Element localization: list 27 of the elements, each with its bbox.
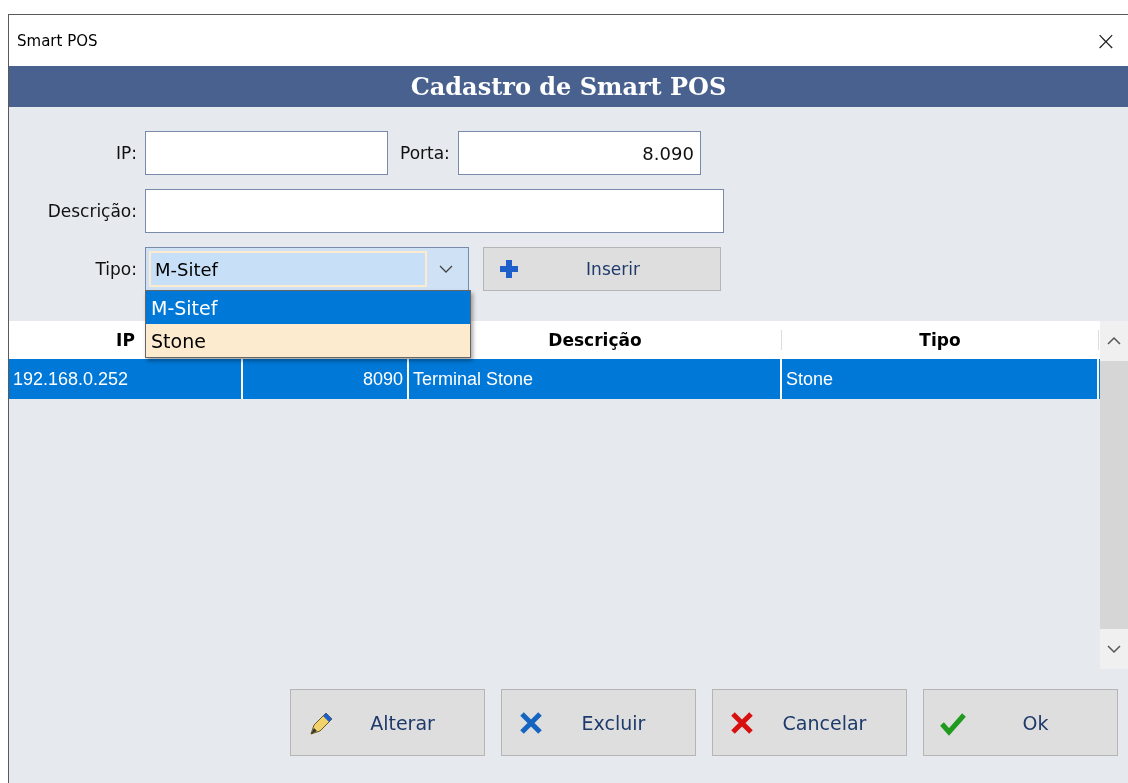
cancel-button[interactable]: Cancelar [712, 689, 907, 756]
table-cell: 192.168.0.252 [9, 359, 243, 399]
description-field[interactable] [145, 189, 724, 233]
dropdown-option[interactable]: Stone [146, 324, 470, 357]
field-label: IP: [115, 143, 138, 163]
field-label: Tipo: [94, 259, 138, 279]
scroll-down-icon[interactable] [1107, 644, 1121, 654]
table-cell: 8090 [243, 359, 409, 399]
header-title: Cadastro de Smart POS [410, 72, 727, 101]
ip-field[interactable] [145, 131, 388, 175]
table-row[interactable]: 192.168.0.252 8090 Terminal Stone Stone [9, 359, 1100, 399]
insert-button[interactable]: Inserir [483, 247, 721, 291]
ok-button[interactable]: Ok [923, 689, 1118, 756]
dropdown-option[interactable]: M-Sitef [146, 291, 470, 324]
column-header: Tipo [782, 330, 1099, 350]
plus-icon [498, 258, 520, 280]
table-cell: Terminal Stone [409, 359, 782, 399]
scroll-up-icon[interactable] [1107, 336, 1121, 346]
window-title: Smart POS [17, 31, 98, 50]
close-button[interactable]: × [1084, 18, 1128, 63]
chevron-down-icon [439, 264, 453, 274]
field-label: Descrição: [46, 201, 138, 221]
edit-button[interactable]: Alterar [290, 689, 485, 756]
port-field[interactable]: 8.090 [457, 131, 701, 175]
delete-button[interactable]: Excluir [501, 689, 696, 756]
field-label: Porta: [399, 143, 451, 163]
scrollbar[interactable] [1100, 321, 1128, 669]
